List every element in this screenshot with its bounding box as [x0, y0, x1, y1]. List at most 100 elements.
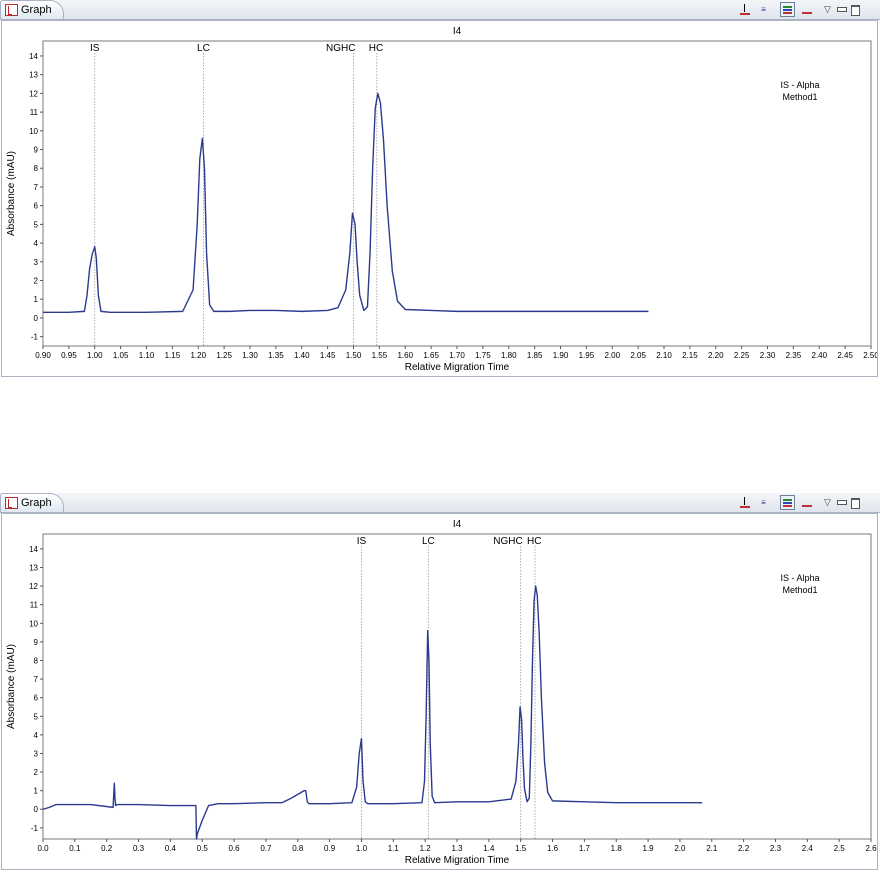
x-tick-label: 1.70 [449, 351, 465, 360]
x-tick-label: 2.5 [834, 844, 846, 853]
x-tick-label: 1.4 [483, 844, 495, 853]
plot-area [42, 40, 872, 347]
legend-icon[interactable] [780, 495, 795, 510]
view-menu-icon[interactable]: ▽ [820, 495, 835, 510]
y-tick-label: 11 [30, 601, 39, 610]
plot-area [42, 533, 872, 840]
series-line [42, 585, 703, 840]
minimize-icon[interactable] [834, 2, 849, 17]
line-style-icon[interactable] [800, 495, 815, 510]
tab-graph[interactable]: Graph [0, 0, 64, 19]
y-tick-label: 4 [34, 731, 39, 740]
x-tick-label: 0.0 [37, 844, 49, 853]
y-tick-label: 9 [34, 638, 39, 647]
x-tick-label: 1.85 [527, 351, 543, 360]
y-tick-label: 14 [29, 52, 38, 61]
y-tick-label: 5 [34, 220, 39, 229]
x-tick-label: 1.5 [515, 844, 527, 853]
tab-bar: Graph ≡ ▽ [0, 0, 880, 20]
x-tick-label: 1.45 [320, 351, 336, 360]
x-tick-label: 1.6 [547, 844, 559, 853]
tab-graph[interactable]: Graph [0, 493, 64, 512]
x-tick-label: 2.15 [682, 351, 698, 360]
y-tick-label: 13 [29, 563, 38, 572]
peak-label-icon[interactable]: ≡ [756, 2, 771, 17]
x-tick-label: 1.05 [113, 351, 129, 360]
y-axis-title: Absorbance (mAU) [6, 644, 17, 729]
view-menu-icon[interactable]: ▽ [820, 2, 835, 17]
annotation-label: IS [357, 536, 367, 547]
legend-text: Method1 [782, 92, 817, 102]
chart-frame: I4 -1 0 1 2 3 4 5 6 7 8 9 10 11 12 13 14 0.0 0.1 0.2 0.3 0.4 0… [1, 513, 878, 870]
x-tick-label: 1.20 [190, 351, 206, 360]
y-tick-label: 10 [29, 619, 38, 628]
chart-title: I4 [453, 26, 462, 37]
y-tick-label: 9 [34, 146, 39, 155]
x-axis-title: Relative Migration Time [405, 855, 510, 866]
x-tick-label: 2.0 [674, 844, 686, 853]
x-tick-label: 0.8 [292, 844, 304, 853]
x-tick-label: 0.6 [229, 844, 241, 853]
y-tick-label: 2 [34, 768, 39, 777]
export-icon[interactable] [738, 495, 753, 510]
electropherogram-chart: I4-1012345678910111213140.0 0.1 0.2 0.3 0.4 0… [6, 519, 877, 866]
x-tick-label: 2.30 [760, 351, 776, 360]
legend-text: IS - Alpha [780, 80, 819, 90]
annotation-label: NGHC [493, 536, 522, 547]
y-tick-label: 4 [34, 239, 39, 248]
legend-icon[interactable] [780, 2, 795, 17]
y-tick-label: 0 [34, 805, 39, 814]
x-tick-label: 0.5 [197, 844, 209, 853]
x-tick-label: 1.15 [165, 351, 181, 360]
line-style-icon[interactable] [800, 2, 815, 17]
x-tick-label: 1.9 [643, 844, 655, 853]
tab-bar: Graph ≡ ▽ [0, 493, 880, 513]
x-tick-label: 1.75 [475, 351, 491, 360]
x-axis-title: Relative Migration Time [405, 362, 510, 373]
x-tick-label: 0.7 [260, 844, 272, 853]
x-tick-label: 1.2 [420, 844, 432, 853]
tab-label: Graph [21, 4, 52, 16]
x-tick-label: 1.65 [423, 351, 439, 360]
x-tick-label: 2.40 [811, 351, 827, 360]
x-tick-label: 1.3 [451, 844, 463, 853]
toolbar: ≡ ▽ [738, 495, 862, 511]
export-icon[interactable] [738, 2, 753, 17]
y-tick-label: 6 [34, 694, 39, 703]
x-tick-label: 1.00 [87, 351, 103, 360]
x-tick-label: 2.10 [656, 351, 672, 360]
x-tick-label: 1.80 [501, 351, 517, 360]
x-tick-label: 0.95 [61, 351, 77, 360]
x-tick-label: 2.20 [708, 351, 724, 360]
x-tick-label: 1.10 [139, 351, 155, 360]
x-tick-label: 0.1 [69, 844, 81, 853]
x-tick-label: 0.9 [324, 844, 336, 853]
graph-icon [5, 497, 18, 509]
minimize-icon[interactable] [834, 495, 849, 510]
y-tick-label: -1 [31, 824, 39, 833]
y-tick-label: 12 [29, 582, 38, 591]
toolbar: ≡ ▽ [738, 2, 862, 18]
maximize-icon[interactable] [848, 495, 863, 510]
annotation-label: LC [197, 43, 210, 54]
annotation-label: LC [422, 536, 435, 547]
x-tick-label: 1.40 [294, 351, 310, 360]
x-tick-label: 1.55 [372, 351, 388, 360]
graph-icon [5, 4, 18, 16]
x-tick-label: 2.05 [630, 351, 646, 360]
x-tick-label: 1.7 [579, 844, 591, 853]
x-tick-label: 1.8 [611, 844, 623, 853]
peak-label-icon[interactable]: ≡ [756, 495, 771, 510]
legend-text: Method1 [782, 585, 817, 595]
x-tick-label: 1.35 [268, 351, 284, 360]
maximize-icon[interactable] [848, 2, 863, 17]
y-axis-title: Absorbance (mAU) [6, 151, 17, 236]
y-tick-label: -1 [31, 333, 39, 342]
y-tick-label: 14 [29, 545, 38, 554]
x-tick-label: 1.0 [356, 844, 368, 853]
x-tick-label: 2.1 [706, 844, 718, 853]
x-tick-label: 1.1 [388, 844, 400, 853]
y-tick-label: 13 [29, 71, 38, 80]
x-tick-label: 2.3 [770, 844, 782, 853]
chart-title: I4 [453, 519, 462, 530]
